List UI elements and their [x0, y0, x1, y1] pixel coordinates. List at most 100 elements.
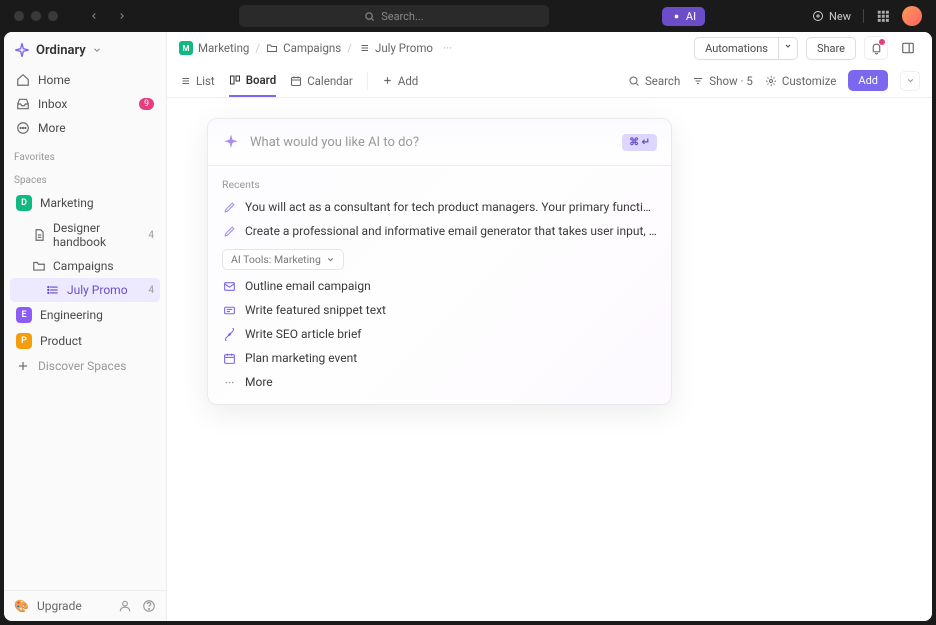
person-icon[interactable] — [118, 599, 132, 613]
discover-spaces[interactable]: Discover Spaces — [10, 354, 160, 378]
chevron-down-icon — [784, 42, 792, 50]
help-icon[interactable] — [142, 599, 156, 613]
nav-more[interactable]: More — [10, 116, 160, 140]
toolbar-search[interactable]: Search — [628, 66, 680, 96]
tab-add-view[interactable]: Add — [382, 66, 418, 96]
ai-category-chip[interactable]: AI Tools: Marketing — [222, 249, 344, 270]
crumb-july-promo[interactable]: July Promo — [358, 41, 433, 55]
nav-back-button[interactable] — [84, 6, 104, 26]
favorites-label: Favorites — [4, 144, 166, 167]
list-icon — [358, 42, 370, 54]
tab-calendar[interactable]: Calendar — [290, 66, 353, 96]
space-engineering-badge: E — [16, 307, 32, 323]
sidebar-footer: 🎨 Upgrade — [4, 590, 166, 621]
new-button[interactable]: New — [812, 10, 851, 23]
pencil-icon — [222, 200, 236, 214]
user-avatar[interactable] — [902, 6, 922, 26]
space-marketing-badge: D — [16, 195, 32, 211]
sidebar-item-campaigns[interactable]: Campaigns — [10, 254, 160, 278]
mail-icon — [222, 279, 236, 293]
automations-button[interactable]: Automations — [694, 37, 778, 60]
chevron-down-icon — [92, 45, 102, 55]
nav-inbox[interactable]: Inbox 9 — [10, 92, 160, 116]
titlebar: Search... AI New — [0, 0, 936, 32]
automations-button-group: Automations — [694, 37, 798, 60]
ai-tool-snippet[interactable]: Write featured snippet text — [208, 298, 671, 322]
spaces-label: Spaces — [4, 167, 166, 190]
calendar-icon — [290, 75, 302, 87]
calendar-icon — [222, 351, 236, 365]
recent-item-0[interactable]: You will act as a consultant for tech pr… — [208, 195, 671, 219]
workspace-logo-icon — [14, 42, 30, 58]
folder-icon — [32, 259, 46, 273]
home-icon — [16, 73, 30, 87]
board-icon — [229, 74, 241, 86]
list-icon — [179, 75, 191, 87]
list-icon — [46, 283, 60, 297]
plus-circle-icon — [812, 10, 824, 22]
dots-icon — [222, 375, 236, 389]
workspace-switcher[interactable]: Ordinary — [4, 32, 166, 64]
nav-home[interactable]: Home — [10, 68, 160, 92]
space-product[interactable]: P Product — [10, 328, 160, 354]
ai-input-row[interactable]: What would you like AI to do? ⌘ ↵ — [208, 119, 671, 165]
board-canvas: What would you like AI to do? ⌘ ↵ Recent… — [167, 98, 932, 621]
search-icon — [628, 75, 640, 87]
ai-tool-outline-email[interactable]: Outline email campaign — [208, 274, 671, 298]
add-task-button[interactable]: Add — [848, 70, 888, 91]
ai-placeholder: What would you like AI to do? — [250, 135, 612, 150]
nav-forward-button[interactable] — [112, 6, 132, 26]
breadcrumb-more[interactable]: ··· — [443, 41, 452, 55]
recent-item-1[interactable]: Create a professional and informative em… — [208, 219, 671, 243]
plus-icon — [382, 75, 393, 86]
sparkle-icon — [671, 11, 682, 22]
crumb-marketing[interactable]: M Marketing — [179, 41, 249, 55]
workspace-name: Ordinary — [36, 43, 86, 58]
notification-dot — [879, 39, 885, 45]
add-dropdown[interactable] — [900, 71, 920, 91]
maximize-dot[interactable] — [48, 11, 58, 21]
ai-keyboard-shortcut: ⌘ ↵ — [622, 134, 657, 151]
global-search[interactable]: Search... — [239, 5, 549, 27]
space-engineering[interactable]: E Engineering — [10, 302, 160, 328]
ai-tool-seo-brief[interactable]: Write SEO article brief — [208, 322, 671, 346]
inbox-icon — [16, 97, 30, 111]
more-circle-icon — [16, 121, 30, 135]
search-icon — [364, 11, 375, 22]
traffic-lights — [14, 11, 58, 21]
tab-board[interactable]: Board — [229, 65, 277, 97]
chevron-down-icon — [906, 76, 915, 85]
pencil-icon — [222, 224, 236, 238]
apps-grid-button[interactable] — [876, 9, 890, 23]
ai-more[interactable]: More — [208, 370, 671, 394]
sidebar-item-designer-handbook[interactable]: Designer handbook 4 — [10, 216, 160, 254]
crumb-campaigns[interactable]: Campaigns — [266, 41, 341, 55]
toolbar-customize[interactable]: Customize — [765, 66, 837, 96]
view-tabs: List Board Calendar Add — [167, 64, 932, 98]
ai-tool-plan-event[interactable]: Plan marketing event — [208, 346, 671, 370]
share-button[interactable]: Share — [806, 37, 856, 60]
sidebar: Ordinary Home Inbox 9 More Favorite — [4, 32, 167, 621]
upgrade-button[interactable]: Upgrade — [37, 599, 82, 613]
space-marketing[interactable]: D Marketing — [10, 190, 160, 216]
filter-icon — [692, 75, 704, 87]
space-product-badge: P — [16, 333, 32, 349]
minimize-dot[interactable] — [31, 11, 41, 21]
breadcrumb: M Marketing / Campaigns / July Promo ···… — [167, 32, 932, 64]
marketing-badge-icon: M — [179, 41, 193, 55]
sidebar-item-july-promo[interactable]: July Promo 4 — [10, 278, 160, 302]
close-dot[interactable] — [14, 11, 24, 21]
plus-icon — [16, 359, 30, 373]
ai-button[interactable]: AI — [662, 7, 705, 26]
grid-icon — [876, 9, 890, 23]
recents-label: Recents — [208, 170, 671, 195]
content-area: M Marketing / Campaigns / July Promo ···… — [167, 32, 932, 621]
automations-dropdown[interactable] — [778, 37, 798, 60]
ai-prompt-panel: What would you like AI to do? ⌘ ↵ Recent… — [207, 118, 672, 405]
notifications-button[interactable] — [864, 36, 888, 60]
split-view-button[interactable] — [896, 36, 920, 60]
gear-icon — [765, 75, 777, 87]
tab-list[interactable]: List — [179, 66, 215, 96]
toolbar-show[interactable]: Show · 5 — [692, 66, 753, 96]
snippet-icon — [222, 303, 236, 317]
